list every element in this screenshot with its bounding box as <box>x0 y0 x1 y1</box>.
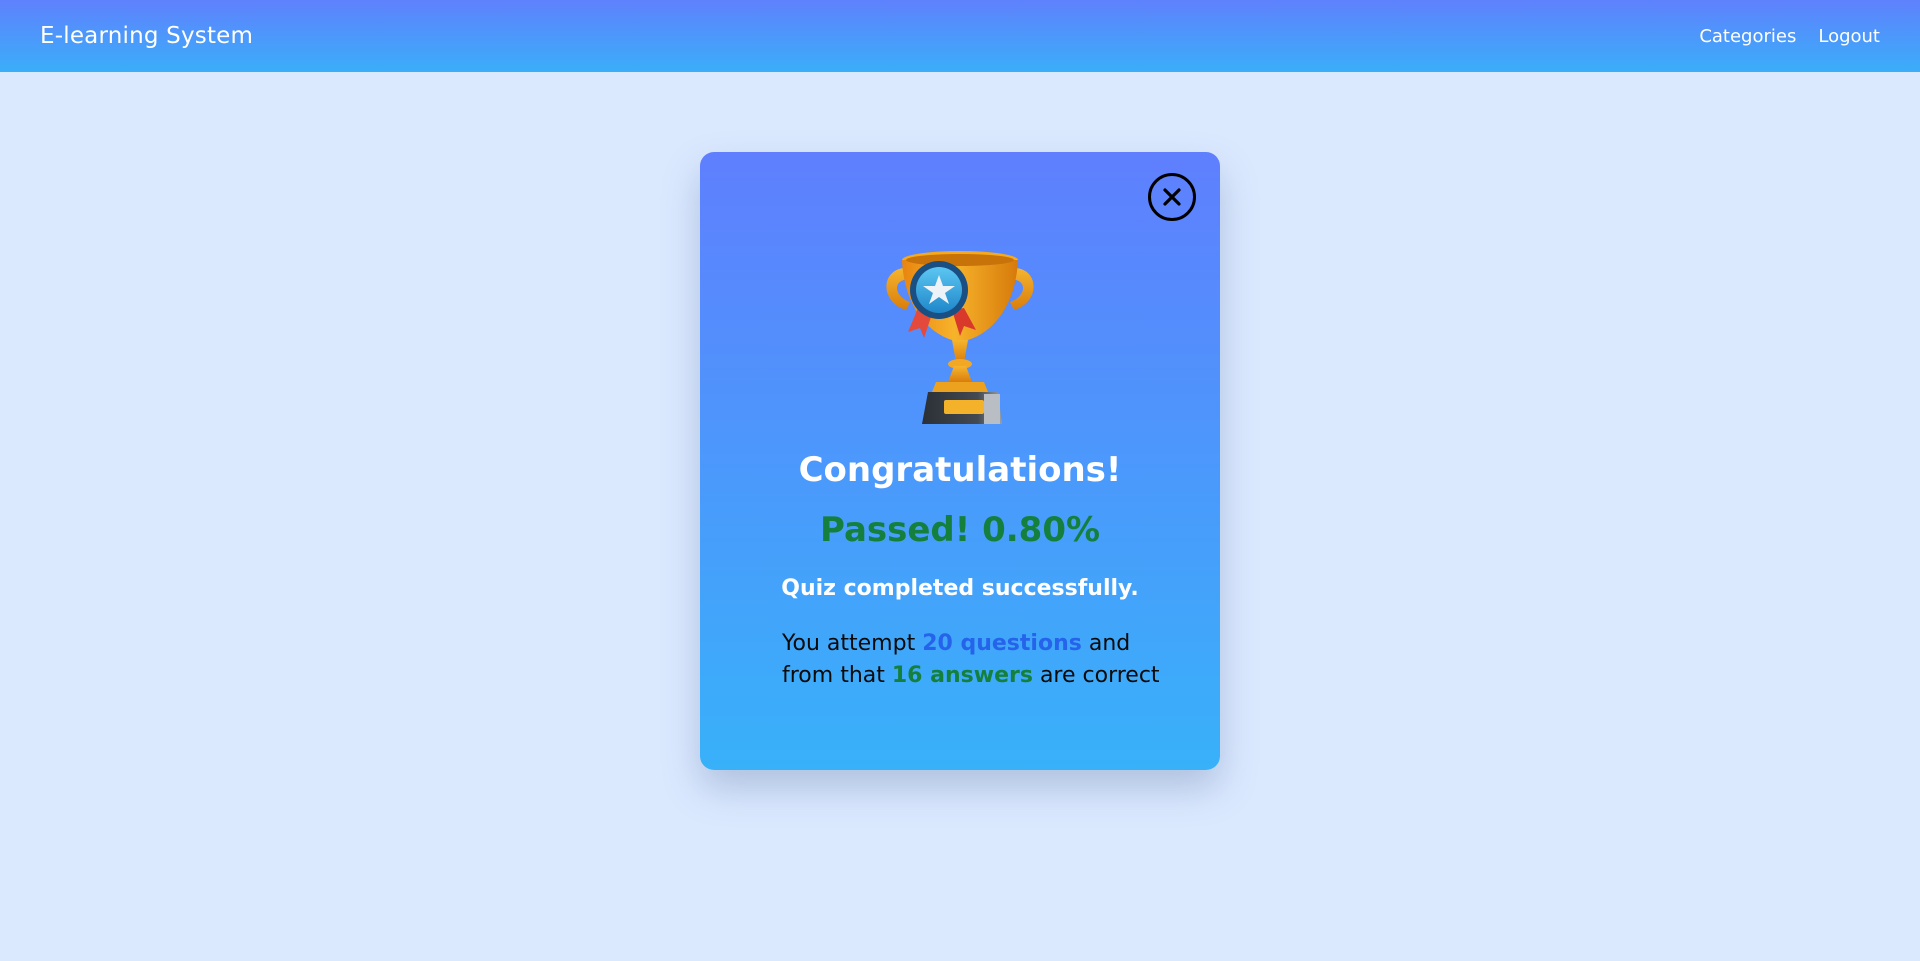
summary-prefix: You attempt <box>782 631 916 656</box>
quiz-result-modal: Congratulations! Passed! 0.80% Quiz comp… <box>700 152 1220 770</box>
close-button[interactable] <box>1148 173 1196 221</box>
correct-answers-count: 16 answers <box>891 663 1033 688</box>
questions-count: 20 questions <box>922 631 1082 656</box>
congratulations-title: Congratulations! <box>798 450 1122 490</box>
nav-links: Categories Logout <box>1699 26 1880 47</box>
nav-link-logout[interactable]: Logout <box>1818 26 1880 47</box>
top-navbar: E-learning System Categories Logout <box>0 0 1920 72</box>
trophy-icon <box>886 251 1034 424</box>
summary-suffix: are correct <box>1039 663 1160 688</box>
quiz-completed-text: Quiz completed successfully. <box>781 576 1139 601</box>
result-summary: You attempt 20 questions and from that 1… <box>782 628 1182 692</box>
close-icon <box>1163 188 1181 206</box>
pass-score-text: Passed! 0.80% <box>819 510 1101 550</box>
nav-link-categories[interactable]: Categories <box>1699 26 1796 47</box>
brand-logo-link[interactable]: E-learning System <box>40 23 253 49</box>
